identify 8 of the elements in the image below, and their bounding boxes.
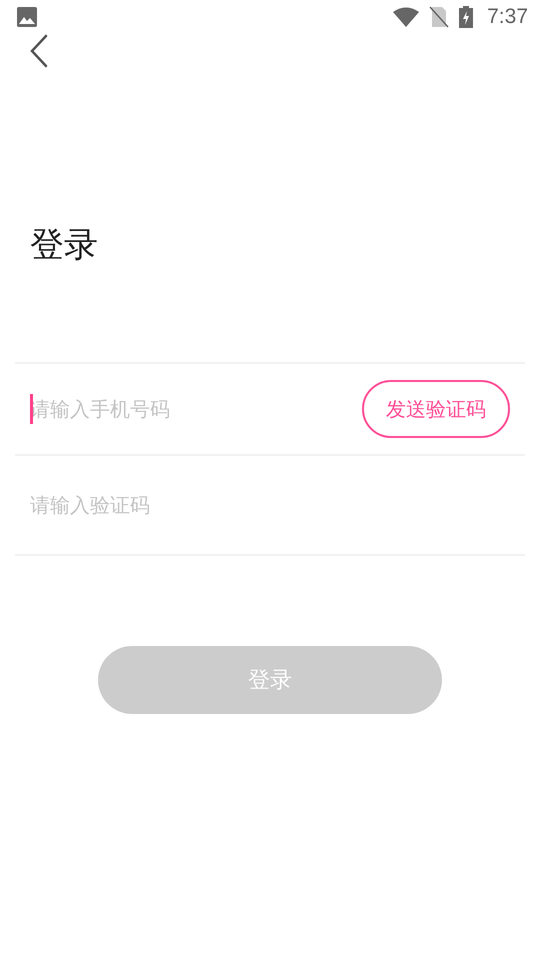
image-icon [16, 6, 38, 28]
wifi-icon [393, 7, 420, 27]
clock-time: 7:37 [487, 5, 528, 29]
no-sim-icon [429, 6, 450, 28]
send-code-button[interactable]: 发送验证码 [362, 380, 510, 438]
battery-charging-icon [459, 6, 474, 28]
page-title: 登录 [30, 224, 98, 267]
code-input-field[interactable]: 请输入验证码 [30, 493, 498, 517]
